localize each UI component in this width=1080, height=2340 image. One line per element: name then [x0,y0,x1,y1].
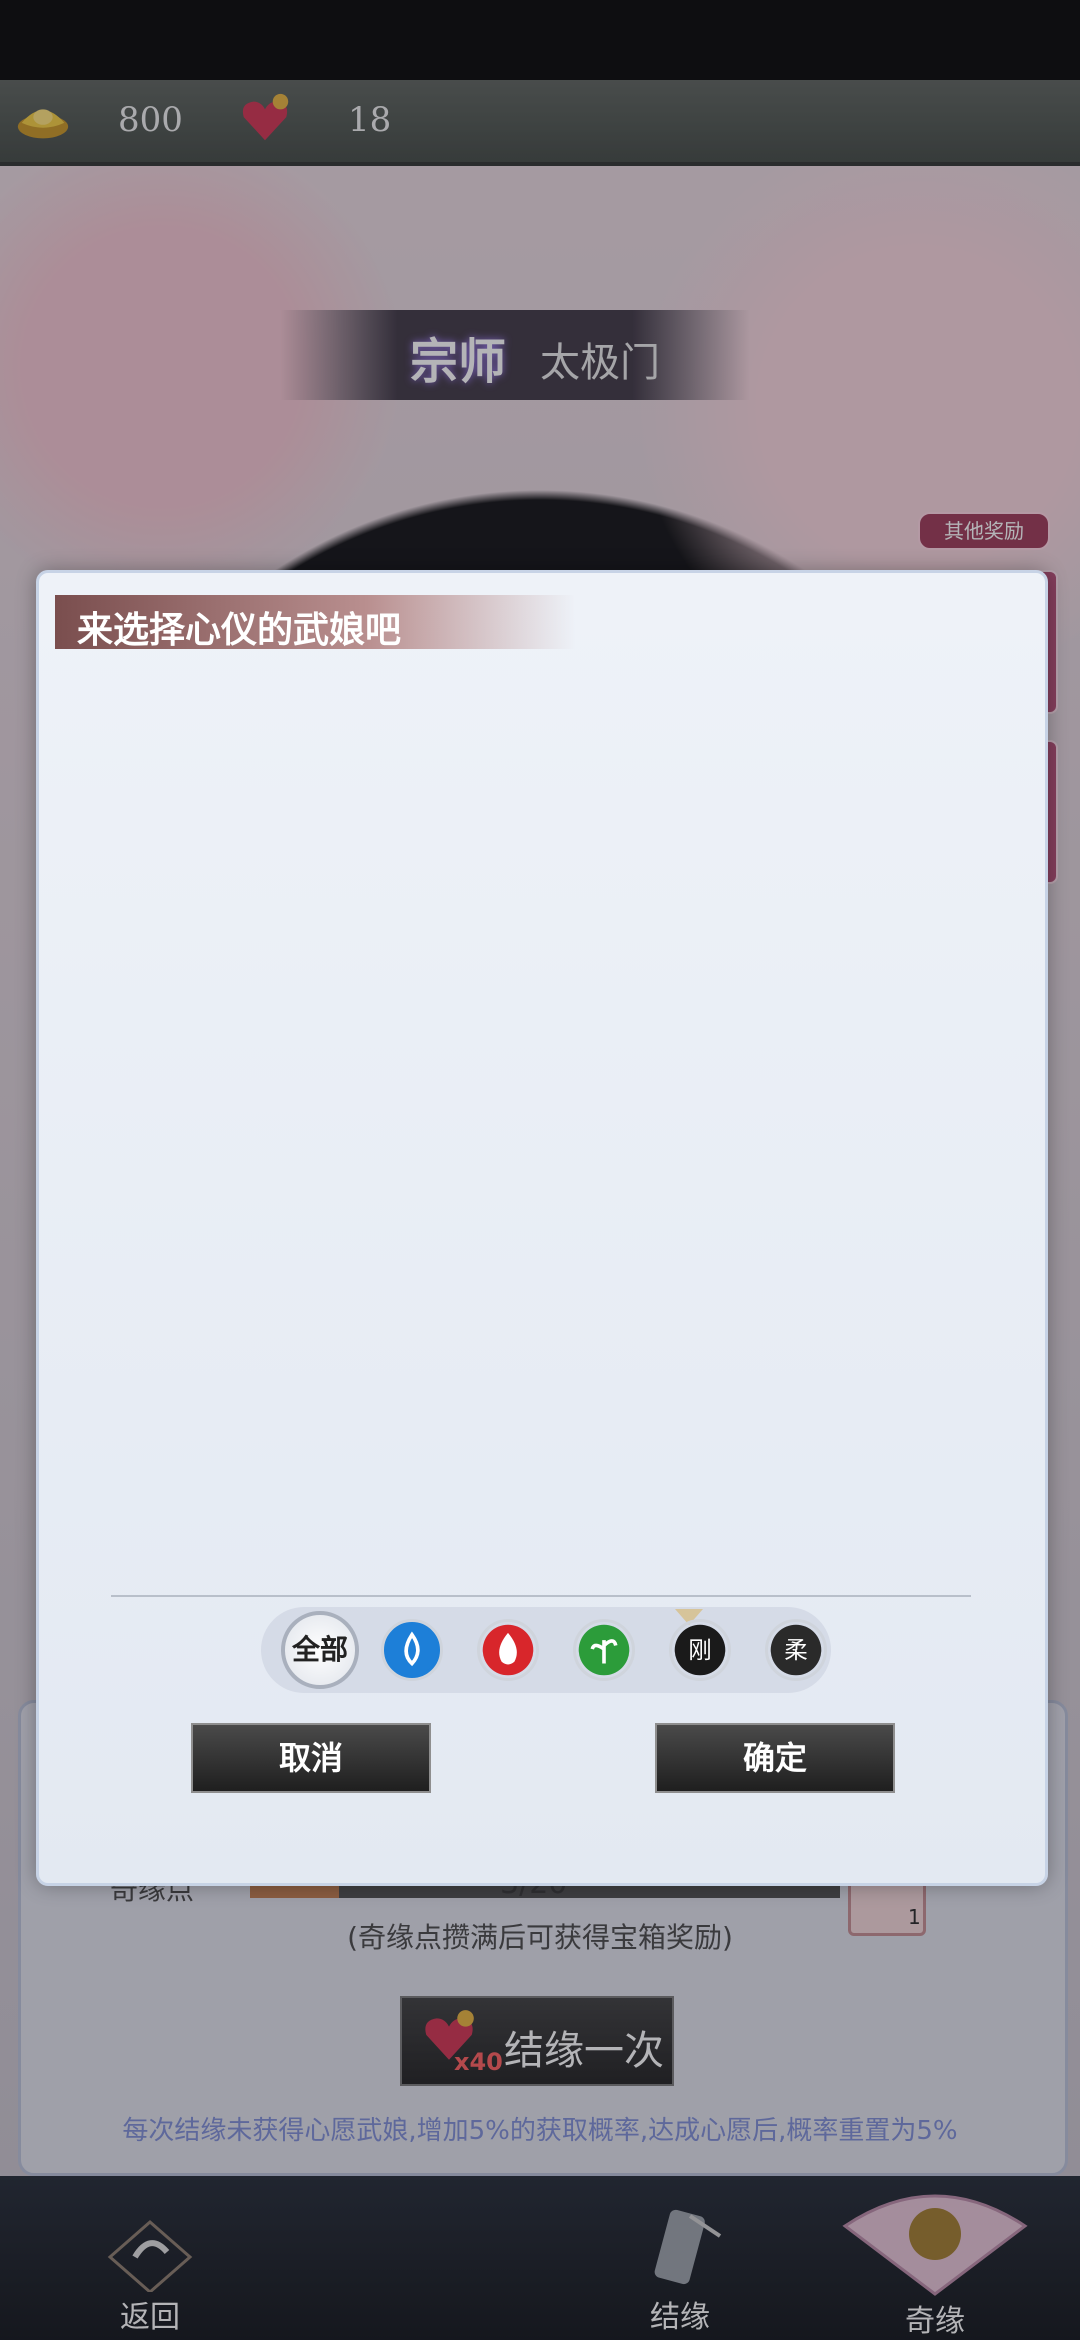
wood-element-icon[interactable] [573,1619,635,1681]
cancel-button[interactable]: 取消 [191,1723,431,1793]
confirm-button[interactable]: 确定 [655,1723,895,1793]
select-wishgirl-dialog: 来选择心仪的武娘吧 全部 刚 柔 取消 确定 [36,570,1048,1886]
svg-text:柔: 柔 [784,1636,807,1664]
yang-element-icon[interactable]: 柔 [765,1619,827,1681]
element-filter-bar: 全部 刚 柔 [261,1607,831,1693]
dialog-divider [111,1595,971,1597]
water-element-icon[interactable] [381,1619,443,1681]
svg-text:刚: 刚 [688,1636,711,1664]
yin-element-icon[interactable]: 刚 [669,1619,731,1681]
filter-all-button[interactable]: 全部 [281,1611,359,1689]
dialog-title-bar: 来选择心仪的武娘吧 [55,595,575,651]
dialog-title: 来选择心仪的武娘吧 [77,609,402,651]
fire-element-icon[interactable] [477,1619,539,1681]
